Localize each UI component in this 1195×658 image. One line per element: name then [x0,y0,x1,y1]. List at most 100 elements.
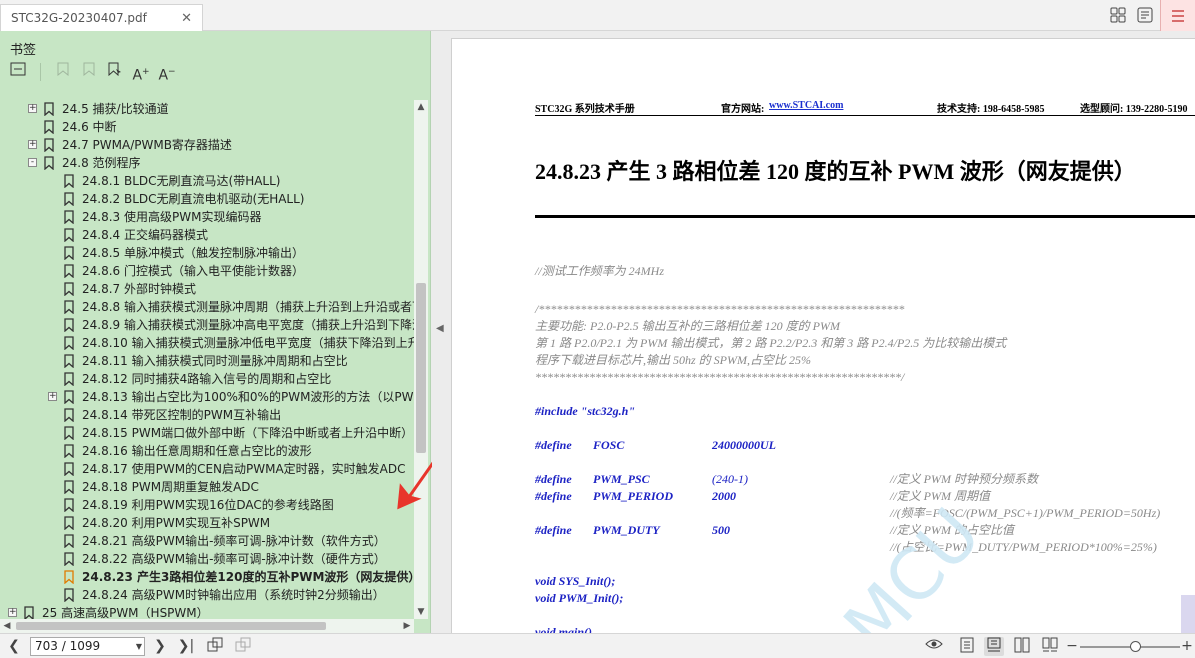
two-page-continuous-icon[interactable] [1040,637,1060,656]
scroll-up-icon[interactable]: ▲ [414,100,428,114]
page-dropdown-icon[interactable]: ▼ [136,638,142,655]
bookmark-icon [44,156,54,170]
bookmark-label: 24.6 中断 [62,120,117,134]
sidebar-toggle-icon[interactable] [1136,7,1154,25]
single-page-icon[interactable] [957,637,977,656]
code-token: FOSC [593,438,625,452]
bookmark-item[interactable]: 24.6 中断 [0,118,414,136]
bookmark-item[interactable]: 24.8.8 输入捕获模式测量脉冲周期（捕获上升沿到上升沿或者下 [0,298,414,316]
scroll-thumb[interactable] [416,283,426,453]
prev-page-icon[interactable]: ❮ [4,637,24,656]
bookmark-icon [64,336,74,350]
continuous-page-icon[interactable] [984,637,1004,656]
bookmark-item[interactable]: 24.8.15 PWM端口做外部中断（下降沿中断或者上升沿中断） [0,424,414,442]
bookmark-item[interactable]: 24.8.6 门控模式（输入电平使能计数器） [0,262,414,280]
bookmark-item[interactable]: 24.8.21 高级PWM输出-频率可调-脉冲计数（软件方式） [0,532,414,550]
panel-collapse-handle[interactable]: ◀ [432,31,450,633]
expand-icon[interactable]: + [28,104,37,113]
scroll-down-icon[interactable]: ▼ [414,605,428,619]
zoom-slider-knob[interactable] [1130,641,1141,652]
last-page-icon[interactable]: ❯| [176,637,196,656]
bookmark-item[interactable]: 24.8.10 输入捕获模式测量脉冲低电平宽度（捕获下降沿到上升 [0,334,414,352]
bookmark-item[interactable]: 24.8.12 同时捕获4路输入信号的周期和占空比 [0,370,414,388]
menu-icon[interactable] [1160,0,1195,31]
bookmark-icon [64,390,74,404]
bookmark-icon [64,372,74,386]
document-tab[interactable]: STC32G-20230407.pdf ✕ [0,4,203,31]
collapse-icon[interactable]: - [28,158,37,167]
bookmark-item[interactable]: 24.8.20 利用PWM实现互补SPWM [0,514,414,532]
bookmark-item[interactable]: 24.8.24 高级PWM时钟输出应用（系统时钟2分频输出） [0,586,414,604]
bookmark-item[interactable]: +24.7 PWMA/PWMB寄存器描述 [0,136,414,154]
code-token: void PWM_Init(); [535,591,624,605]
next-page-icon[interactable]: ❯ [150,637,170,656]
bookmark-item[interactable]: 24.8.18 PWM周期重复触发ADC [0,478,414,496]
delete-bookmark-icon[interactable] [79,62,99,82]
bookmark-item[interactable]: 24.8.22 高级PWM输出-频率可调-脉冲计数（硬件方式） [0,550,414,568]
font-increase-icon[interactable]: A+ [131,62,151,84]
scroll-right-icon[interactable]: ▶ [400,619,414,633]
bookmark-item[interactable]: 24.8.2 BLDC无刷直流电机驱动(无HALL) [0,190,414,208]
bookmark-label: 24.8.4 正交编码器模式 [82,228,208,242]
zoom-in-icon[interactable]: + [1180,637,1194,656]
font-decrease-icon[interactable]: A− [157,62,177,84]
document-scrollbar[interactable] [1181,595,1195,635]
bookmark-item[interactable]: 24.8.16 输出任意周期和任意占空比的波形 [0,442,414,460]
close-tab-icon[interactable]: ✕ [181,11,192,26]
eye-protection-icon[interactable] [921,637,947,656]
add-bookmark-icon[interactable] [53,62,73,82]
horizontal-scroll-thumb[interactable] [16,622,326,630]
bookmark-item[interactable]: 24.8.19 利用PWM实现16位DAC的参考线路图 [0,496,414,514]
zoom-slider[interactable] [1080,641,1180,652]
bookmark-item[interactable]: 24.8.17 使用PWM的CEN启动PWMA定时器，实时触发ADC [0,460,414,478]
bookmark-item[interactable]: 24.8.14 带死区控制的PWM互补输出 [0,406,414,424]
pdf-page: STC32G 系列技术手册 官方网站: www.STCAI.com 技术支持: … [451,38,1195,633]
status-bar: ❮ 703 / 1099 ▼ ❯ ❯| − + [0,633,1195,658]
bookmark-item[interactable]: 24.8.7 外部时钟模式 [0,280,414,298]
bookmark-horizontal-scrollbar[interactable]: ◀ ▶ [0,619,414,633]
go-back-icon[interactable] [205,637,225,656]
bookmark-icon [64,318,74,332]
bookmark-label: 24.8.18 PWM周期重复触发ADC [82,480,259,494]
bookmark-item[interactable]: +24.8.13 输出占空比为100%和0%的PWM波形的方法（以PWM [0,388,414,406]
bookmark-icon [64,534,74,548]
bookmark-label: 25 高速高级PWM（HSPWM） [42,606,209,619]
zoom-out-icon[interactable]: − [1062,637,1082,656]
two-page-icon[interactable] [1012,637,1032,656]
page-number-input[interactable]: 703 / 1099 ▼ [30,637,145,656]
expand-icon[interactable]: + [8,608,17,617]
bookmark-icon [64,498,74,512]
bookmark-toolbar: A+ A− [8,62,177,84]
grid-view-icon[interactable] [1109,7,1127,25]
site-link[interactable]: www.STCAI.com [769,100,843,111]
collapse-arrow-icon[interactable]: ◀ [436,323,444,334]
scroll-left-icon[interactable]: ◀ [0,619,14,633]
goto-bookmark-icon[interactable] [105,62,125,82]
code-token: //测试工作频率为 24MHz [535,264,665,278]
toolbar-divider [40,63,41,81]
bookmark-item[interactable]: 24.8.4 正交编码器模式 [0,226,414,244]
bookmark-icon [64,210,74,224]
bookmark-item[interactable]: +25 高速高级PWM（HSPWM） [0,604,414,619]
bookmark-item[interactable]: 24.8.1 BLDC无刷直流马达(带HALL) [0,172,414,190]
go-forward-icon[interactable] [233,637,253,656]
bookmark-item[interactable]: +24.5 捕获/比较通道 [0,100,414,118]
code-token: 程序下载进目标芯片,输出 50hz 的 SPWM,占空比 25% [535,353,811,367]
bookmark-icon [64,408,74,422]
bookmark-icon [64,588,74,602]
expand-icon[interactable]: + [28,140,37,149]
bookmark-item-selected[interactable]: 24.8.23 产生3路相位差120度的互补PWM波形（网友提供） [0,568,414,586]
bookmark-item[interactable]: 24.8.11 输入捕获模式同时测量脉冲周期和占空比 [0,352,414,370]
expand-icon[interactable]: + [48,392,57,401]
bookmark-item[interactable]: 24.8.9 输入捕获模式测量脉冲高电平宽度（捕获上升沿到下降沿 [0,316,414,334]
bookmark-item[interactable]: 24.8.3 使用高级PWM实现编码器 [0,208,414,226]
bookmark-item[interactable]: - 24.8 范例程序 [0,154,414,172]
code-token: #define [535,438,572,452]
code-token: 2000 [712,489,736,503]
bookmark-item[interactable]: 24.8.5 单脉冲模式（触发控制脉冲输出） [0,244,414,262]
bookmark-icon [64,246,74,260]
expand-all-icon[interactable] [8,62,28,82]
code-token: void main() [535,625,592,633]
bookmark-vertical-scrollbar[interactable]: ▲ ▼ [414,100,428,619]
code-token: #define [535,523,572,537]
